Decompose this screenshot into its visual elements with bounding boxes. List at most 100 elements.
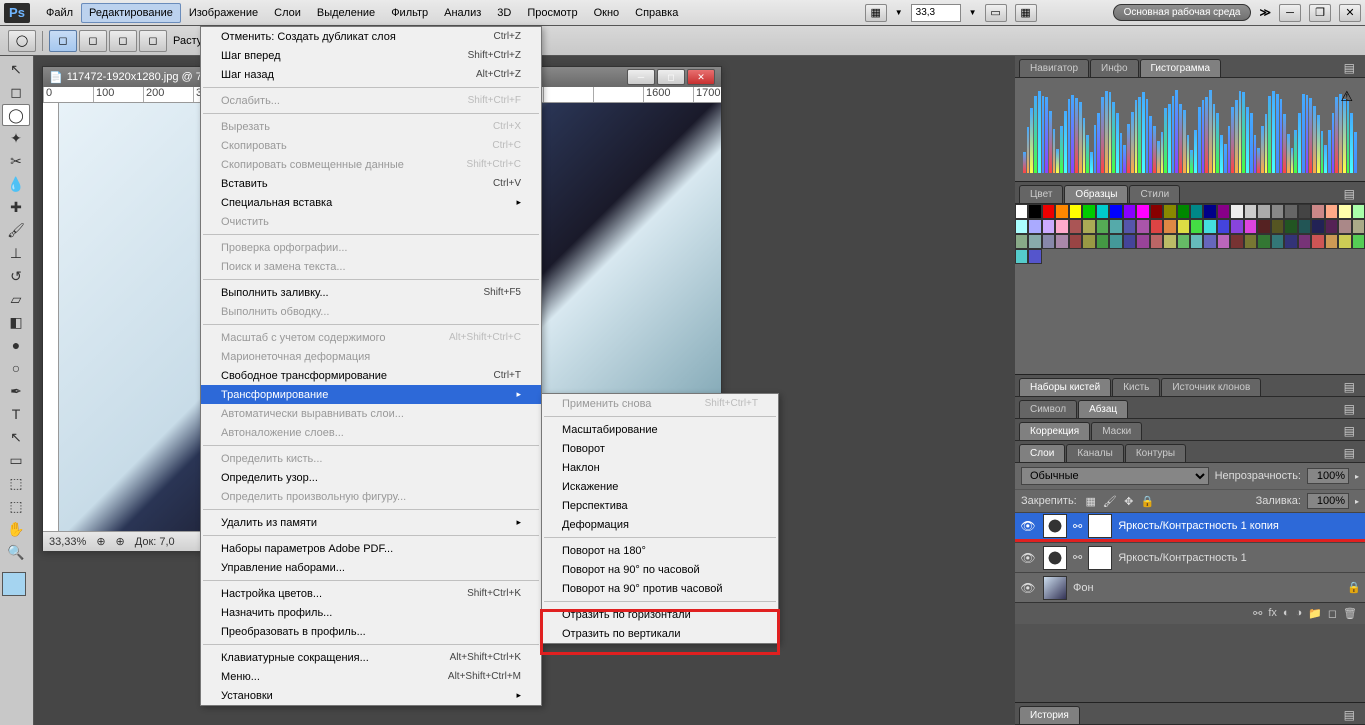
swatch[interactable]	[1136, 219, 1149, 234]
swatch[interactable]	[1042, 204, 1055, 219]
swatch[interactable]	[1150, 234, 1163, 249]
menu-слои[interactable]: Слои	[266, 3, 309, 23]
swatch[interactable]	[1203, 234, 1216, 249]
menu-3d[interactable]: 3D	[489, 3, 519, 23]
menu-item[interactable]: Отразить по вертикали	[542, 624, 778, 643]
crop-tool-icon[interactable]: ✂	[2, 150, 30, 172]
current-tool-icon[interactable]: ◯	[8, 30, 36, 52]
menu-item[interactable]: ВставитьCtrl+V	[201, 174, 541, 193]
panel-menu-icon[interactable]: ▤	[1338, 185, 1361, 203]
zoom-tool-icon[interactable]: 🔍	[2, 541, 30, 563]
menu-item[interactable]: Преобразовать в профиль...	[201, 622, 541, 641]
panel-menu-icon[interactable]: ▤	[1338, 706, 1361, 724]
menu-item[interactable]: Меню...Alt+Shift+Ctrl+M	[201, 667, 541, 686]
swatch[interactable]	[1177, 234, 1190, 249]
menu-item[interactable]: Шаг впередShift+Ctrl+Z	[201, 46, 541, 65]
swatch[interactable]	[1177, 219, 1190, 234]
menu-редактирование[interactable]: Редактирование	[81, 3, 181, 23]
lock-all-icon[interactable]: 🔒	[1140, 493, 1156, 509]
swatch[interactable]	[1271, 204, 1284, 219]
menu-item[interactable]: Клавиатурные сокращения...Alt+Shift+Ctrl…	[201, 648, 541, 667]
menu-item[interactable]: Поворот на 90° против часовой	[542, 579, 778, 598]
brush-tool-icon[interactable]: 🖌	[2, 219, 30, 241]
swatch[interactable]	[1190, 204, 1203, 219]
menu-item[interactable]: Поворот	[542, 439, 778, 458]
panel-menu-icon[interactable]: ▤	[1338, 422, 1361, 440]
menu-item[interactable]: Масштабирование	[542, 420, 778, 439]
swatch[interactable]	[1136, 234, 1149, 249]
swatch[interactable]	[1257, 219, 1270, 234]
window-restore-icon[interactable]: ❐	[1309, 4, 1331, 22]
layer-thumb[interactable]	[1043, 514, 1067, 538]
menu-item[interactable]: Установки▸	[201, 686, 541, 705]
view-mode-arrow[interactable]: ▼	[895, 8, 903, 17]
adjustment-layer-icon[interactable]: ◑	[1296, 607, 1303, 620]
tab[interactable]: Каналы	[1066, 444, 1124, 462]
swatch[interactable]	[1015, 204, 1028, 219]
selection-add-icon[interactable]: ◻	[79, 30, 107, 52]
warning-icon[interactable]: ⚠	[1340, 88, 1353, 105]
swatch[interactable]	[1150, 204, 1163, 219]
view-mode-icon[interactable]: ▦	[865, 4, 887, 22]
path-tool-icon[interactable]: ↖	[2, 426, 30, 448]
swatch[interactable]	[1136, 204, 1149, 219]
fill-arrow-icon[interactable]: ▸	[1355, 497, 1359, 506]
menu-фильтр[interactable]: Фильтр	[383, 3, 436, 23]
layer-group-icon[interactable]: 📁	[1308, 607, 1322, 620]
hand-tool-icon[interactable]: ✋	[2, 518, 30, 540]
swatch[interactable]	[1123, 204, 1136, 219]
tab[interactable]: Кисть	[1112, 378, 1160, 396]
layer-thumb[interactable]	[1043, 546, 1067, 570]
heal-tool-icon[interactable]: ✚	[2, 196, 30, 218]
swatch[interactable]	[1257, 204, 1270, 219]
swatch[interactable]	[1163, 219, 1176, 234]
3d-camera-icon[interactable]: ⬚	[2, 495, 30, 517]
status-info-icon[interactable]: ⊕	[96, 535, 105, 548]
window-close-icon[interactable]: ✕	[1339, 4, 1361, 22]
swatch[interactable]	[1271, 234, 1284, 249]
marquee-tool-icon[interactable]: ◻	[2, 81, 30, 103]
swatch[interactable]	[1055, 234, 1068, 249]
tab[interactable]: Контуры	[1125, 444, 1186, 462]
zoom-arrow[interactable]: ▼	[969, 8, 977, 17]
swatch[interactable]	[1338, 204, 1351, 219]
swatch[interactable]	[1150, 219, 1163, 234]
type-tool-icon[interactable]: T	[2, 403, 30, 425]
lock-pixels-icon[interactable]: 🖌	[1102, 493, 1118, 509]
tab[interactable]: Слои	[1019, 444, 1065, 462]
swatch[interactable]	[1082, 204, 1095, 219]
opacity-input[interactable]	[1307, 468, 1349, 484]
menu-просмотр[interactable]: Просмотр	[519, 3, 585, 23]
delete-layer-icon[interactable]: 🗑	[1343, 607, 1357, 620]
swatch[interactable]	[1311, 204, 1324, 219]
layer-row[interactable]: 👁Фон🔒	[1015, 572, 1365, 602]
swatch[interactable]	[1069, 204, 1082, 219]
menu-item[interactable]: Удалить из памяти▸	[201, 513, 541, 532]
menu-item[interactable]: Шаг назадAlt+Ctrl+Z	[201, 65, 541, 84]
selection-intersect-icon[interactable]: ◻	[139, 30, 167, 52]
swatch[interactable]	[1109, 234, 1122, 249]
menu-item[interactable]: Поворот на 180°	[542, 541, 778, 560]
swatch[interactable]	[1244, 234, 1257, 249]
history-brush-icon[interactable]: ↺	[2, 265, 30, 287]
swatch[interactable]	[1190, 234, 1203, 249]
swatch[interactable]	[1338, 234, 1351, 249]
lock-transparency-icon[interactable]: ▦	[1083, 493, 1099, 509]
move-tool-icon[interactable]: ↖	[2, 58, 30, 80]
status-info-icon2[interactable]: ⊕	[116, 535, 125, 548]
swatch[interactable]	[1096, 204, 1109, 219]
tab-history[interactable]: История	[1019, 706, 1080, 724]
swatch[interactable]	[1244, 204, 1257, 219]
swatch[interactable]	[1082, 234, 1095, 249]
swatch[interactable]	[1015, 249, 1028, 264]
swatch[interactable]	[1325, 204, 1338, 219]
visibility-icon[interactable]: 👁	[1019, 519, 1037, 533]
menu-item[interactable]: Деформация	[542, 515, 778, 534]
tab[interactable]: Маски	[1091, 422, 1142, 440]
window-minimize-icon[interactable]: ─	[1279, 4, 1301, 22]
swatch[interactable]	[1311, 219, 1324, 234]
menu-item[interactable]: Настройка цветов...Shift+Ctrl+K	[201, 584, 541, 603]
swatch[interactable]	[1203, 204, 1216, 219]
swatch[interactable]	[1163, 234, 1176, 249]
menu-item[interactable]: Специальная вставка▸	[201, 193, 541, 212]
